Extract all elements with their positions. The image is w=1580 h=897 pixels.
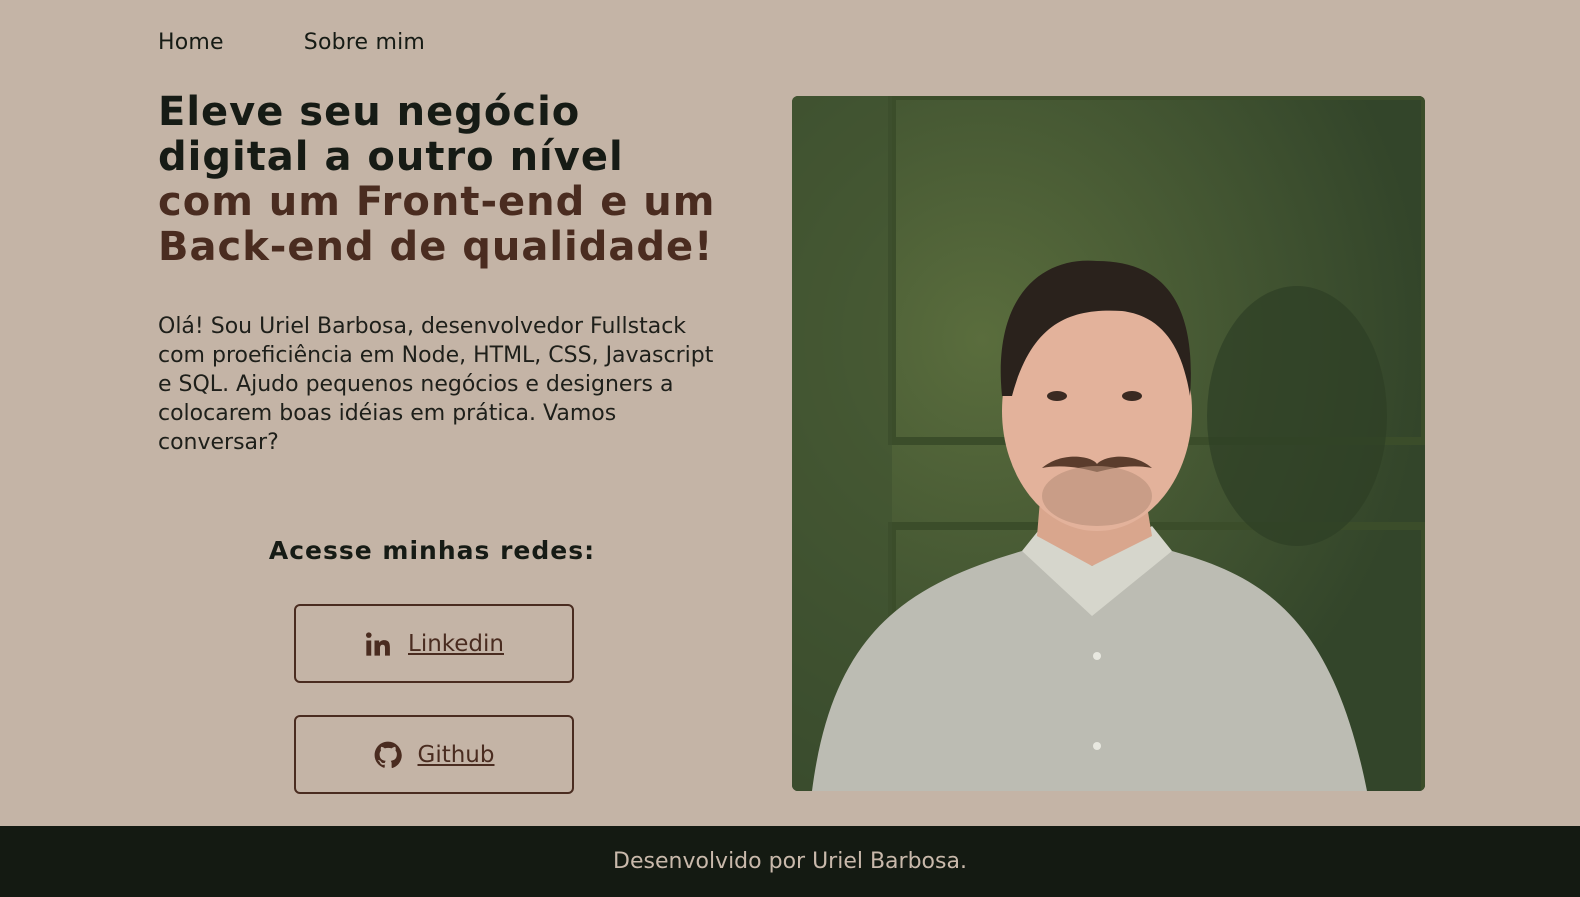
hero-headline: Eleve seu negócio digital a outro nível … [158, 90, 718, 270]
headline-secondary: com um Front-end e um Back-end de qualid… [158, 179, 716, 270]
linkedin-label: Linkedin [408, 630, 504, 657]
profile-photo [792, 96, 1425, 791]
footer-text: Desenvolvido por Uriel Barbosa. [613, 849, 967, 874]
hero-section: Eleve seu negócio digital a outro nível … [158, 90, 718, 457]
portrait-illustration [792, 96, 1425, 791]
github-label: Github [417, 741, 495, 768]
intro-paragraph: Olá! Sou Uriel Barbosa, desenvolvedor Fu… [158, 314, 714, 455]
linkedin-button[interactable]: Linkedin [294, 604, 574, 683]
linkedin-icon [365, 631, 390, 656]
nav-home-link[interactable]: Home [158, 30, 224, 55]
github-icon [374, 741, 402, 768]
footer: Desenvolvido por Uriel Barbosa. [0, 826, 1580, 897]
top-nav: Home Sobre mim [158, 30, 425, 55]
social-title: Acesse minhas redes: [268, 536, 596, 565]
github-button[interactable]: Github [294, 715, 574, 794]
nav-about-link[interactable]: Sobre mim [304, 30, 425, 55]
headline-primary: Eleve seu negócio digital a outro nível [158, 89, 624, 180]
